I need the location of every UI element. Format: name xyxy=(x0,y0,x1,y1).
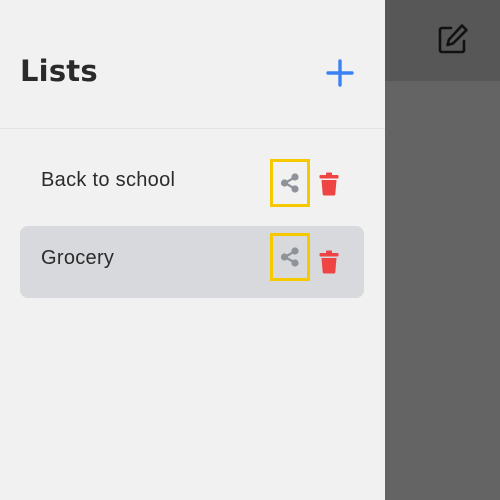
share-icon xyxy=(280,173,299,193)
edit-button[interactable] xyxy=(436,22,470,56)
add-list-button[interactable] xyxy=(325,58,355,88)
list-item[interactable]: Grocery xyxy=(20,226,364,298)
page-title: Lists xyxy=(20,54,98,88)
delete-button[interactable] xyxy=(317,247,341,277)
app-root: Lists Back to school Grocery xyxy=(0,0,500,500)
lists-sidebar: Lists Back to school Grocery xyxy=(0,0,385,500)
trash-icon xyxy=(319,172,339,196)
edit-icon xyxy=(438,24,468,54)
share-icon xyxy=(280,247,299,267)
list-item[interactable]: Back to school xyxy=(20,148,364,220)
content-header xyxy=(385,0,500,81)
list-item-label: Back to school xyxy=(41,169,176,191)
trash-icon xyxy=(319,250,339,274)
sidebar-header: Lists xyxy=(0,0,385,129)
share-button[interactable] xyxy=(270,233,310,281)
plus-icon xyxy=(326,59,354,87)
list-item-label: Grocery xyxy=(41,247,115,269)
share-button[interactable] xyxy=(270,159,310,207)
content-panel-overlay xyxy=(385,0,500,500)
delete-button[interactable] xyxy=(317,169,341,199)
